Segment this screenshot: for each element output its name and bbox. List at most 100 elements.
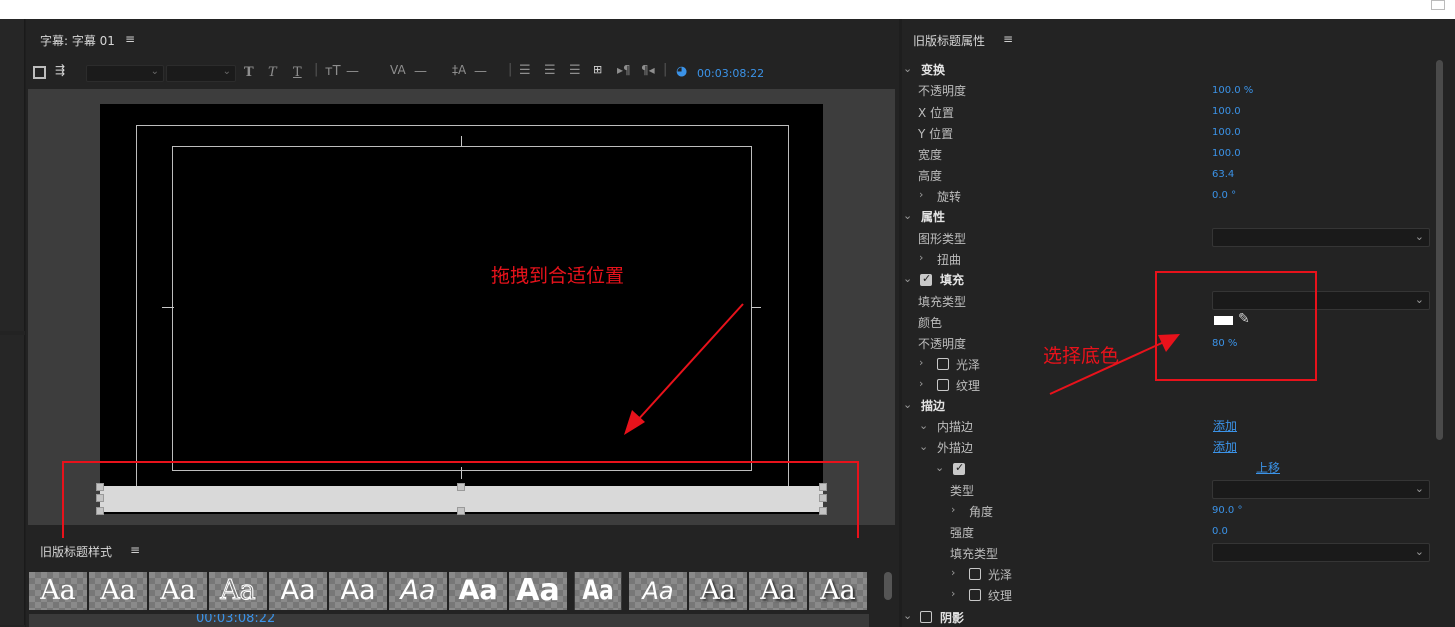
italic-button[interactable]: T (268, 65, 277, 80)
chevron-down-icon: ⌄ (1414, 545, 1424, 558)
chevron-down-icon[interactable]: ⌄ (903, 609, 912, 622)
style-swatch-row-partial (29, 614, 869, 627)
kerning-icon[interactable]: VA (390, 63, 406, 77)
fill-texture-label: 纹理 (956, 379, 981, 393)
align-left-icon[interactable]: ☰ (519, 63, 531, 78)
section-transform[interactable]: 变换 (921, 61, 945, 78)
stroke-fill-type-dropdown[interactable]: ⌄ (1212, 543, 1430, 562)
chevron-right-icon[interactable]: › (951, 503, 955, 516)
background-video-toggle-icon[interactable] (33, 66, 46, 79)
stroke-sheen-checkbox[interactable] (969, 568, 981, 580)
chevron-down-icon[interactable]: ⌄ (903, 62, 912, 75)
section-fill[interactable]: 填充 (940, 271, 964, 288)
stroke-angle-value[interactable]: 90.0 ° (1212, 505, 1242, 516)
chevron-down-icon: ⌄ (222, 66, 231, 77)
move-up-link[interactable]: 上移 (1256, 459, 1280, 476)
style-swatch[interactable]: Aa (29, 572, 87, 610)
style-swatch[interactable]: Aa (509, 572, 567, 610)
style-swatch-row: Aa Aa Aa Aa Aa Aa Aa Aa Aa Aa Aa Aa Aa A… (29, 572, 869, 614)
chevron-down-icon[interactable]: ⌄ (903, 209, 912, 222)
left-panel-lower (0, 335, 25, 625)
toolbar-divider: | (508, 62, 513, 77)
chevron-down-icon[interactable]: ⌄ (919, 419, 928, 432)
style-swatch[interactable]: Aa (209, 572, 267, 610)
height-value[interactable]: 63.4 (1212, 169, 1234, 180)
inner-stroke-add-link[interactable]: 添加 (1213, 417, 1237, 434)
font-size-icon[interactable]: ᴛT (325, 64, 341, 79)
styles-panel-menu-icon[interactable]: ≡ (130, 543, 140, 557)
transform-opacity-value[interactable]: 100.0 % (1212, 85, 1253, 96)
stroke-texture-checkbox[interactable] (969, 589, 981, 601)
chevron-down-icon[interactable]: ⌄ (935, 461, 944, 474)
underline-button[interactable]: T (293, 65, 302, 80)
window-minimize-button[interactable] (1431, 0, 1445, 10)
style-swatch[interactable]: Aa (809, 572, 867, 610)
fill-checkbox[interactable] (920, 272, 932, 286)
style-swatch[interactable]: Aa (449, 572, 507, 610)
style-swatch[interactable]: Aa (629, 572, 687, 610)
center-tick-left (162, 307, 174, 308)
outer-stroke-checkbox[interactable] (953, 461, 965, 475)
kerning-scrub[interactable]: — (414, 64, 427, 79)
chevron-down-icon[interactable]: ⌄ (903, 272, 912, 285)
outer-stroke-add-link[interactable]: 添加 (1213, 438, 1237, 455)
paragraph-rtl-icon[interactable]: ¶◂ (641, 63, 655, 77)
font-size-scrub[interactable]: — (346, 64, 359, 79)
chevron-right-icon[interactable]: › (919, 188, 923, 201)
align-right-icon[interactable]: ☰ (569, 63, 581, 78)
styles-panel-title: 旧版标题样式 (40, 545, 113, 559)
style-swatch[interactable]: Aa (749, 572, 807, 610)
chevron-down-icon[interactable]: ⌄ (919, 440, 928, 453)
show-background-video-icon[interactable]: ◕ (676, 64, 687, 79)
style-swatch[interactable]: Aa (89, 572, 147, 610)
annotation-arrow-drag (624, 303, 744, 435)
properties-panel-menu-icon[interactable]: ≡ (1003, 32, 1013, 46)
y-position-value[interactable]: 100.0 (1212, 127, 1241, 138)
shadow-checkbox[interactable] (920, 611, 932, 623)
paragraph-ltr-icon[interactable]: ▸¶ (617, 63, 631, 77)
chevron-right-icon[interactable]: › (919, 377, 923, 390)
stroke-type-label: 类型 (950, 484, 975, 498)
stroke-type-dropdown[interactable]: ⌄ (1212, 480, 1430, 499)
width-label: 宽度 (918, 148, 943, 162)
shadow-row: ⌄ 阴影 (900, 608, 1436, 627)
chevron-right-icon[interactable]: › (951, 566, 955, 579)
section-attributes[interactable]: 属性 (921, 208, 945, 225)
width-value[interactable]: 100.0 (1212, 148, 1241, 159)
properties-scrollbar[interactable] (1436, 60, 1443, 440)
left-panel-upper (0, 19, 25, 331)
tab-stops-icon[interactable]: ⇶ (55, 63, 65, 77)
leading-icon[interactable]: ‡A (452, 63, 466, 77)
style-swatch[interactable]: Aa (329, 572, 387, 610)
section-shadow[interactable]: 阴影 (940, 609, 964, 626)
chevron-right-icon[interactable]: › (951, 587, 955, 600)
shape-type-dropdown[interactable]: ⌄ (1212, 228, 1430, 247)
style-swatch[interactable]: Aa (389, 572, 447, 610)
section-stroke[interactable]: 描边 (921, 397, 945, 414)
editor-panel-menu-icon[interactable]: ≡ (125, 32, 135, 46)
style-swatch[interactable]: Aa (149, 572, 207, 610)
chevron-right-icon[interactable]: › (919, 251, 923, 264)
inner-stroke-label: 内描边 (937, 420, 974, 434)
font-family-dropdown[interactable]: ⌄ (86, 65, 164, 82)
style-swatch[interactable]: Aa (689, 572, 747, 610)
fill-sheen-checkbox[interactable] (937, 358, 949, 370)
stroke-strength-value[interactable]: 0.0 (1212, 526, 1228, 537)
x-position-value[interactable]: 100.0 (1212, 106, 1241, 117)
bold-button[interactable]: T (244, 65, 254, 80)
shape-type-label: 图形类型 (918, 232, 967, 246)
style-swatch[interactable]: Aa (269, 572, 327, 610)
styles-scrollbar[interactable] (884, 572, 892, 600)
font-style-dropdown[interactable]: ⌄ (166, 65, 236, 82)
fill-texture-checkbox[interactable] (937, 379, 949, 391)
tab-ruler-icon[interactable]: ⊞ (593, 63, 602, 76)
timecode-display[interactable]: 00:03:08:22 (697, 67, 764, 80)
leading-scrub[interactable]: — (474, 64, 487, 79)
chevron-right-icon[interactable]: › (919, 356, 923, 369)
outer-stroke-label: 外描边 (937, 441, 974, 455)
y-position-label: Y 位置 (918, 127, 954, 141)
chevron-down-icon[interactable]: ⌄ (903, 398, 912, 411)
align-center-icon[interactable]: ☰ (544, 63, 556, 78)
rotation-value[interactable]: 0.0 ° (1212, 190, 1236, 201)
style-swatch[interactable]: Aa (574, 572, 622, 610)
